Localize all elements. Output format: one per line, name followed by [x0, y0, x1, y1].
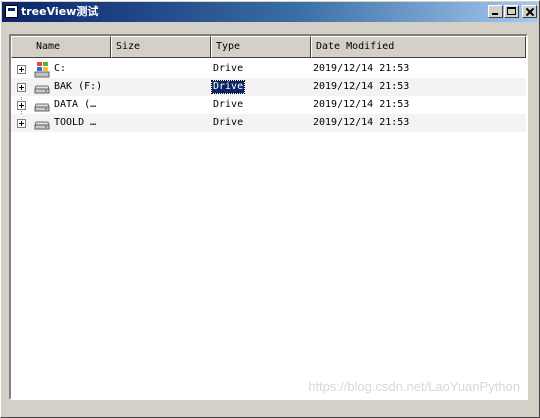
tree-view[interactable]: Name Size Type Date Modified C: Drive 20… — [9, 34, 528, 400]
column-header-date-modified[interactable]: Date Modified — [311, 36, 526, 58]
row-type: Drive — [213, 63, 244, 74]
row-date: 2019/12/14 21:53 — [313, 63, 410, 74]
minimize-button[interactable] — [488, 5, 503, 18]
close-button[interactable] — [522, 5, 537, 18]
column-header-type[interactable]: Type — [211, 36, 311, 58]
row-type-selected[interactable]: Drive — [210, 80, 246, 94]
hard-drive-icon — [34, 121, 50, 130]
hard-drive-icon — [34, 103, 50, 112]
row-name: DATA (… — [54, 99, 97, 110]
tree-row[interactable]: DATA (… Drive 2019/12/14 21:53 — [11, 96, 526, 114]
maximize-button[interactable] — [504, 5, 519, 18]
tree-row[interactable]: C: Drive 2019/12/14 21:53 — [11, 60, 526, 78]
watermark-text: https://blog.csdn.net/LaoYuanPython — [308, 379, 520, 394]
app-window: treeView测试 Name Size Type Date Modified … — [0, 0, 540, 418]
expand-plus-icon[interactable] — [17, 101, 26, 110]
hard-drive-icon — [34, 85, 50, 94]
column-header-size[interactable]: Size — [111, 36, 211, 58]
row-type: Drive — [213, 99, 244, 110]
window-app-icon[interactable] — [5, 5, 18, 18]
row-date: 2019/12/14 21:53 — [313, 81, 410, 92]
row-date: 2019/12/14 21:53 — [313, 99, 410, 110]
column-header: Name Size Type Date Modified — [11, 36, 526, 58]
window-title: treeView测试 — [21, 5, 99, 18]
row-name: TOOLD … — [54, 117, 97, 128]
expand-plus-icon[interactable] — [17, 83, 26, 92]
title-bar[interactable]: treeView测试 — [2, 2, 538, 22]
row-date: 2019/12/14 21:53 — [313, 117, 410, 128]
windows-drive-icon — [34, 62, 50, 78]
tree-row[interactable]: BAK (F:) Drive 2019/12/14 21:53 — [11, 78, 526, 96]
row-name: C: — [54, 63, 67, 74]
expand-plus-icon[interactable] — [17, 65, 26, 74]
row-name: BAK (F:) — [54, 81, 103, 92]
expand-plus-icon[interactable] — [17, 119, 26, 128]
column-header-name[interactable]: Name — [11, 36, 111, 58]
row-type: Drive — [213, 117, 244, 128]
tree-row[interactable]: TOOLD … Drive 2019/12/14 21:53 — [11, 114, 526, 132]
